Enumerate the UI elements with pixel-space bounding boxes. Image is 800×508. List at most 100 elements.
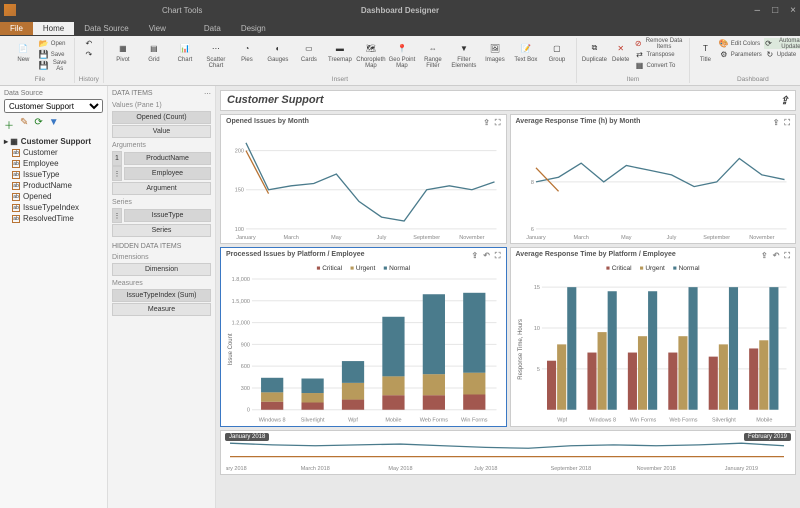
di-measure-1[interactable]: IssueTypeIndex (Sum) xyxy=(112,289,211,302)
di-series-1[interactable]: IssueType xyxy=(124,209,211,222)
card-avg-response-platform[interactable]: Average Response Time by Platform / Empl… xyxy=(510,247,797,427)
tree-root[interactable]: ▸ ▦Customer Support xyxy=(4,136,103,147)
card-opened-issues[interactable]: Opened Issues by Month ⇪⛶ 100150200Janua… xyxy=(220,114,507,244)
export-icon[interactable]: ⇪ xyxy=(471,251,478,261)
field-productname[interactable]: abProductName xyxy=(4,180,103,191)
card-processed-issues[interactable]: Processed Issues by Platform / Employee … xyxy=(220,247,507,427)
insert-text-box[interactable]: 📝Text Box xyxy=(511,38,541,65)
transpose-button[interactable]: ⇄Transpose xyxy=(633,49,685,60)
legend: CriticalUrgentNormal xyxy=(516,265,791,272)
di-argument-1[interactable]: ProductName xyxy=(124,152,211,165)
tab-file[interactable]: File xyxy=(0,22,33,35)
svg-text:March 2018: March 2018 xyxy=(301,466,330,472)
ds-select[interactable]: Customer Support xyxy=(4,99,103,113)
save-button[interactable]: 💾Save xyxy=(38,49,70,60)
field-issuetype[interactable]: abIssueType xyxy=(4,169,103,180)
update-button[interactable]: ↻Update xyxy=(764,49,800,60)
insert-grid[interactable]: ▤Grid xyxy=(139,38,169,65)
dash-title-button[interactable]: TTitle xyxy=(694,38,717,65)
card-title: Processed Issues by Platform / Employee xyxy=(226,251,365,261)
di-argument-2[interactable]: Employee xyxy=(124,167,211,180)
card-title: Average Response Time by Platform / Empl… xyxy=(516,251,676,261)
field-icon: ab xyxy=(12,149,20,157)
di-add-dimension[interactable]: Dimension xyxy=(112,263,211,276)
open-button[interactable]: 📂Open xyxy=(38,38,70,49)
ds-refresh-icon[interactable]: ⟳ xyxy=(34,117,42,132)
cards-icon: ▭ xyxy=(301,40,317,56)
insert-gauges[interactable]: ◐Gauges xyxy=(263,38,293,65)
ds-edit-icon[interactable]: ✎ xyxy=(20,117,28,132)
close-button[interactable]: × xyxy=(790,5,796,16)
convert-button[interactable]: ▦Convert To xyxy=(633,60,685,71)
tab-data-source[interactable]: Data Source xyxy=(74,22,138,35)
undo-icon[interactable]: ↶ xyxy=(773,251,780,261)
di-options-icon[interactable]: ⋯ xyxy=(204,90,211,98)
grid-icon: ▤ xyxy=(146,40,162,56)
insert-group[interactable]: ▢Group xyxy=(542,38,572,65)
field-resolvedtime[interactable]: abResolvedTime xyxy=(4,213,103,224)
insert-geo-point-map[interactable]: 📍Geo Point Map xyxy=(387,38,417,71)
insert-chart[interactable]: 📊Chart xyxy=(170,38,200,65)
group-title-history: History xyxy=(79,76,99,83)
ds-filter-icon[interactable]: ▼ xyxy=(49,117,59,132)
edit-colors-button[interactable]: 🎨Edit Colors xyxy=(718,38,763,49)
insert-filter-elements[interactable]: ▼Filter Elements xyxy=(449,38,479,71)
card-avg-response-month[interactable]: Average Response Time (h) by Month ⇪⛶ 68… xyxy=(510,114,797,244)
delete-button[interactable]: ✕Delete xyxy=(609,38,633,65)
ribbon-group-history: ↶ ↷ History xyxy=(75,38,104,83)
svg-text:January: January xyxy=(526,235,546,241)
card-range-filter[interactable]: January 2018 February 2019 January 2018M… xyxy=(220,430,796,475)
insert-scatter-chart[interactable]: ⋯Scatter Chart xyxy=(201,38,231,71)
insert-treemap[interactable]: ▬Treemap xyxy=(325,38,355,65)
new-button[interactable]: 📄New xyxy=(10,38,37,65)
di-add-argument[interactable]: Argument xyxy=(112,182,211,195)
minimize-button[interactable]: – xyxy=(755,5,761,16)
ds-heading: Data Source xyxy=(4,90,103,97)
insert-range-filter[interactable]: ⇔Range Filter xyxy=(418,38,448,71)
params-icon: ⚙ xyxy=(719,50,729,60)
maximize-icon[interactable]: ⛶ xyxy=(784,118,790,128)
series-handle[interactable]: ⋮ xyxy=(112,208,122,223)
maximize-icon[interactable]: ⛶ xyxy=(784,251,790,261)
tab-view[interactable]: View xyxy=(139,22,176,35)
redo-icon: ↷ xyxy=(84,50,94,60)
tab-home[interactable]: Home xyxy=(33,22,74,35)
insert-images[interactable]: 🖼Images xyxy=(480,38,510,65)
insert-choropleth-map[interactable]: 🗺Choropleth Map xyxy=(356,38,386,71)
field-issuetypeindex[interactable]: abIssueTypeIndex xyxy=(4,202,103,213)
tab-design[interactable]: Design xyxy=(231,22,276,35)
maximize-button[interactable]: □ xyxy=(772,5,778,16)
arg-handle-2[interactable]: ⋮ xyxy=(112,166,122,181)
undo-icon[interactable]: ↶ xyxy=(483,251,490,261)
field-opened[interactable]: abOpened xyxy=(4,191,103,202)
di-add-value[interactable]: Value xyxy=(112,125,211,138)
maximize-icon[interactable]: ⛶ xyxy=(495,251,501,261)
insert-pies[interactable]: ◔Pies xyxy=(232,38,262,65)
tab-data[interactable]: Data xyxy=(194,22,231,35)
export-icon[interactable]: ⇪ xyxy=(761,251,768,261)
ds-add-icon[interactable]: ＋ xyxy=(4,117,14,132)
maximize-icon[interactable]: ⛶ xyxy=(495,118,501,128)
di-add-measure[interactable]: Measure xyxy=(112,303,211,316)
saveas-button[interactable]: 💾Save As xyxy=(38,60,70,71)
export-icon[interactable]: ⇪ xyxy=(780,94,789,107)
svg-text:150: 150 xyxy=(235,188,244,194)
auto-updates-button[interactable]: ⟳Automatic Updates xyxy=(764,38,800,49)
di-add-series[interactable]: Series xyxy=(112,224,211,237)
redo-button[interactable]: ↷ xyxy=(83,49,95,60)
svg-text:May: May xyxy=(621,235,632,241)
export-icon[interactable]: ⇪ xyxy=(773,118,780,128)
svg-text:July: July xyxy=(377,235,387,241)
arg-handle-1[interactable]: 1 xyxy=(112,151,122,166)
insert-cards[interactable]: ▭Cards xyxy=(294,38,324,65)
remove-data-items-button[interactable]: ⊘Remove Data Items xyxy=(633,38,685,49)
export-icon[interactable]: ⇪ xyxy=(483,118,490,128)
field-employee[interactable]: abEmployee xyxy=(4,158,103,169)
di-value-item[interactable]: Opened (Count) xyxy=(112,111,211,124)
insert-pivot[interactable]: ▦Pivot xyxy=(108,38,138,65)
parameters-button[interactable]: ⚙Parameters xyxy=(718,49,763,60)
save-icon: 💾 xyxy=(39,50,49,60)
duplicate-button[interactable]: ⧉Duplicate xyxy=(581,38,608,65)
undo-button[interactable]: ↶ xyxy=(83,38,95,49)
field-customer[interactable]: abCustomer xyxy=(4,147,103,158)
